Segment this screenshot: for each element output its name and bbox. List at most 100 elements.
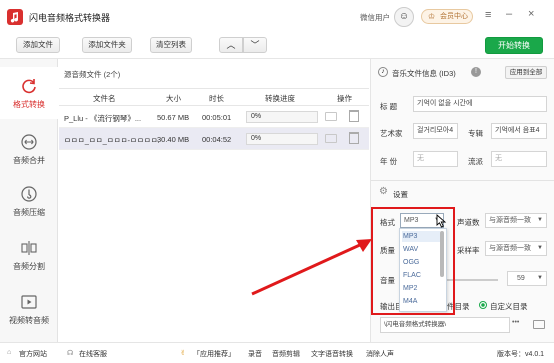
start-convert-button[interactable]: 开始转换 <box>485 37 543 54</box>
sidebar-item-video-to-audio[interactable]: 视频转音频 <box>0 283 58 335</box>
table-row[interactable]: P_Llu - 《流行钢琴》... 50.67 MB 00:05:01 0% <box>59 106 369 128</box>
column-header-duration: 时长 <box>209 94 224 103</box>
artist-label: 艺术家 <box>380 129 403 138</box>
add-folder-button[interactable]: 添加文件夹 <box>82 37 132 53</box>
id3-title: 音乐文件信息 (ID3) <box>392 69 456 78</box>
close-icon[interactable]: × <box>528 8 534 20</box>
apply-all-button[interactable]: 应用到全部 <box>505 66 547 79</box>
minimize-icon[interactable]: – <box>506 8 512 20</box>
file-size: 50.67 MB <box>157 113 190 122</box>
album-label: 专辑 <box>468 129 483 138</box>
headset-icon: ☊ <box>67 350 74 357</box>
toolbar: 添加文件 添加文件夹 清空列表 ︿ ﹀ 开始转换 <box>0 34 554 59</box>
sidebar-item-format-convert[interactable]: 格式转换 <box>0 67 58 119</box>
custom-dir-label: 自定义目录 <box>490 302 528 311</box>
artist-field[interactable]: 걸거리모아4 <box>413 123 458 139</box>
album-field[interactable]: 기억에서 음표4 <box>491 123 547 139</box>
app-link-record[interactable]: 录音 <box>248 349 262 359</box>
annotation-highlight-box <box>371 207 455 315</box>
file-size: 30.40 MB <box>157 135 190 144</box>
year-field[interactable]: 无 <box>413 151 458 167</box>
sidebar-item-audio-merge[interactable]: 音频合并 <box>0 123 58 175</box>
samplerate-label: 采样率 <box>457 246 480 255</box>
file-duration: 00:04:52 <box>202 135 232 144</box>
refresh-icon <box>22 79 36 94</box>
user-avatar[interactable]: ☺ <box>394 7 414 27</box>
channel-select[interactable]: 与源音频一致 ▼ <box>485 213 547 228</box>
title-bar: 闪电音频格式转换器 微信用户 ☺ ♔ 会员中心 ≡ – × <box>0 0 554 34</box>
chevron-down-icon: ▼ <box>537 214 543 227</box>
file-list: 源音频文件 (2个) 文件名 大小 时长 转换进度 操作 P_Llu - 《流行… <box>59 62 369 342</box>
samplerate-select[interactable]: 与源音频一致 ▼ <box>485 241 547 256</box>
year-label: 年 份 <box>380 157 398 166</box>
app-title: 闪电音频格式转换器 <box>29 13 111 23</box>
title-field[interactable]: 기억이 없을 시간에 <box>413 96 547 112</box>
chevron-down-icon: ﹀ <box>250 40 260 50</box>
move-down-button[interactable]: ﹀ <box>243 37 267 53</box>
table-row[interactable]: ㅁㅁㅁ_ㅁㅁ_ㅁㅁㅁ-ㅁㅁㅁㅁ... 30.40 MB 00:04:52 0% <box>59 128 369 150</box>
sidebar-item-label: 音频分割 <box>13 262 45 271</box>
file-duration: 00:05:01 <box>202 113 232 122</box>
sidebar: 格式转换 音频合并 音频压缩 音频分割 视频转音频 <box>0 59 58 342</box>
column-header-actions: 操作 <box>337 94 352 103</box>
move-up-button[interactable]: ︿ <box>219 37 243 53</box>
video-icon <box>21 295 37 309</box>
home-icon: ⌂ <box>7 349 12 356</box>
chevron-up-icon: ︿ <box>226 40 236 50</box>
sidebar-item-label: 音频合并 <box>13 156 45 165</box>
gear-icon: ⚙ <box>379 186 388 197</box>
info-icon[interactable]: ! <box>471 67 481 77</box>
file-name: ㅁㅁㅁ_ㅁㅁ_ㅁㅁㅁ-ㅁㅁㅁㅁ... <box>64 136 159 145</box>
column-header-name: 文件名 <box>93 94 116 103</box>
compress-icon <box>21 186 37 202</box>
sidebar-item-label: 音频压缩 <box>13 208 45 217</box>
help-link[interactable]: 在线客服 <box>79 349 107 359</box>
file-name: P_Llu - 《流行钢琴》... <box>64 114 142 123</box>
clear-list-button[interactable]: 清空列表 <box>150 37 192 53</box>
delete-icon[interactable] <box>349 110 359 122</box>
version-label: 版本号：v4.0.1 <box>497 351 545 358</box>
menu-icon[interactable]: ≡ <box>485 9 491 21</box>
chevron-down-icon: ▼ <box>537 242 543 255</box>
app-link-audio-edit[interactable]: 音频剪辑 <box>272 349 300 359</box>
genre-field[interactable]: 无 <box>491 151 547 167</box>
sidebar-item-audio-split[interactable]: 音频分割 <box>0 229 58 281</box>
custom-dir-radio[interactable] <box>479 301 487 309</box>
folder-icon[interactable] <box>325 134 337 143</box>
app-logo <box>7 9 23 25</box>
open-folder-icon[interactable] <box>533 320 545 329</box>
genre-label: 流派 <box>468 157 483 166</box>
thumb-icon: ✌ <box>180 350 186 357</box>
app-link-tts[interactable]: 文字语音转换 <box>311 349 353 359</box>
settings-title: 设置 <box>393 190 408 199</box>
music-icon: ♪ <box>378 67 388 77</box>
sidebar-item-audio-compress[interactable]: 音频压缩 <box>0 175 58 227</box>
vip-center-button[interactable]: ♔ 会员中心 <box>421 9 473 24</box>
output-path-field[interactable]: \闪电音频格式转换器\ <box>380 317 510 333</box>
delete-icon[interactable] <box>349 132 359 144</box>
title-label: 标 题 <box>380 102 398 111</box>
app-link-remove-vocals[interactable]: 消除人声 <box>366 349 394 359</box>
browse-button[interactable]: ••• <box>512 319 519 326</box>
merge-icon <box>21 134 37 150</box>
folder-icon[interactable] <box>325 112 337 121</box>
website-link[interactable]: 官方网站 <box>19 349 47 359</box>
progress-bar: 0% <box>246 111 318 123</box>
add-file-button[interactable]: 添加文件 <box>16 37 60 53</box>
recommend-label: 「应用推荐」 <box>193 351 235 358</box>
status-bar: ⌂ 官方网站 ☊ 在线客服 ✌ 「应用推荐」 录音 音频剪辑 文字语音转换 消除… <box>0 342 554 363</box>
volume-value[interactable]: 59 ▼ <box>507 271 547 286</box>
sidebar-item-label: 视频转音频 <box>9 316 49 325</box>
table-header: 文件名 大小 时长 转换进度 操作 <box>59 88 369 106</box>
crown-icon: ♔ <box>428 12 436 21</box>
chevron-down-icon: ▼ <box>537 275 543 281</box>
settings-divider <box>371 180 554 181</box>
progress-bar: 0% <box>246 133 318 145</box>
sidebar-item-label: 格式转换 <box>13 100 45 109</box>
source-file-count: 源音频文件 (2个) <box>64 70 121 79</box>
channel-label: 声道数 <box>457 218 480 227</box>
column-header-size: 大小 <box>166 94 181 103</box>
user-name[interactable]: 微信用户 <box>360 12 390 23</box>
column-header-progress: 转换进度 <box>265 94 295 103</box>
split-icon <box>21 241 37 255</box>
